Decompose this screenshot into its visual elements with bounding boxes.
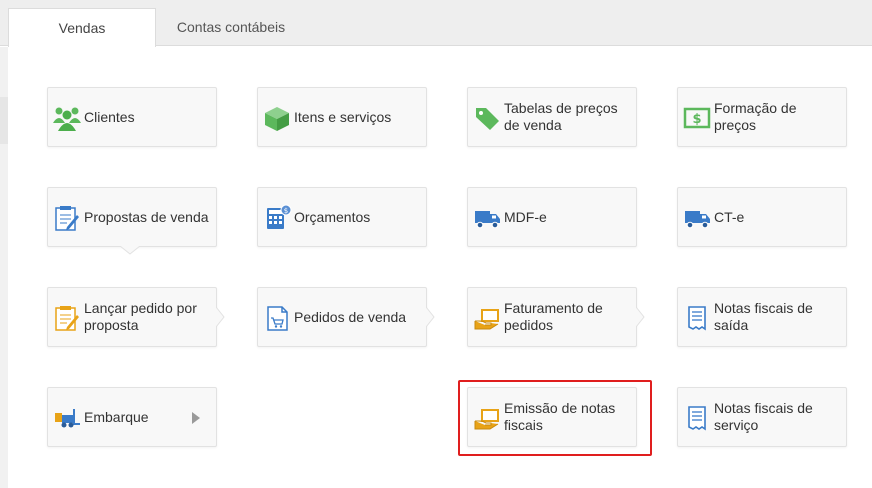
proposal-document-icon bbox=[52, 203, 82, 233]
card-label: Itens e serviços bbox=[294, 108, 392, 125]
card-orcamentos[interactable]: $ Orçamentos bbox=[257, 187, 427, 247]
card-embarque[interactable]: Embarque bbox=[47, 387, 217, 447]
left-strip bbox=[0, 47, 8, 488]
flow-arrow-right bbox=[636, 307, 645, 327]
receipt-icon bbox=[682, 403, 712, 433]
sales-order-icon bbox=[262, 303, 292, 333]
card-label: Pedidos de venda bbox=[294, 308, 407, 325]
hand-invoice-icon bbox=[472, 403, 502, 433]
box-icon bbox=[262, 103, 292, 133]
card-faturamento-pedidos[interactable]: Faturamento de pedidos bbox=[467, 287, 637, 347]
card-pedidos-venda[interactable]: Pedidos de venda bbox=[257, 287, 427, 347]
card-formacao-precos[interactable]: $ Formação de preços bbox=[677, 87, 847, 147]
card-tabelas-precos[interactable]: Tabelas de preços de venda bbox=[467, 87, 637, 147]
dollar-bill-icon: $ bbox=[682, 103, 712, 133]
card-label: Propostas de venda bbox=[84, 208, 209, 225]
card-label: Clientes bbox=[84, 108, 135, 125]
card-propostas-venda[interactable]: Propostas de venda bbox=[47, 187, 217, 247]
card-label: Formação de preços bbox=[714, 100, 797, 133]
card-label: Tabelas de preços de venda bbox=[504, 100, 618, 133]
card-notas-fiscais-servico[interactable]: Notas fiscais de serviço bbox=[677, 387, 847, 447]
card-label: Orçamentos bbox=[294, 208, 371, 225]
receipt-icon bbox=[682, 303, 712, 333]
card-cte[interactable]: CT-e bbox=[677, 187, 847, 247]
card-clientes[interactable]: Clientes bbox=[47, 87, 217, 147]
card-label: Emissão de notas fiscais bbox=[504, 400, 616, 433]
svg-text:$: $ bbox=[284, 207, 288, 215]
tab-contas-contabeis[interactable]: Contas contábeis bbox=[158, 8, 304, 47]
proposal-pencil-icon bbox=[52, 303, 82, 333]
users-icon bbox=[52, 103, 82, 133]
flow-arrow-right bbox=[426, 307, 435, 327]
truck-icon bbox=[472, 203, 502, 233]
svg-text:$: $ bbox=[692, 112, 701, 127]
card-mdfe[interactable]: MDF-e bbox=[467, 187, 637, 247]
chevron-right-icon bbox=[192, 412, 200, 424]
card-label: Notas fiscais de saída bbox=[714, 300, 813, 333]
card-label: MDF-e bbox=[504, 208, 547, 225]
card-lancar-pedido[interactable]: Lançar pedido por proposta bbox=[47, 287, 217, 347]
card-label: Faturamento de pedidos bbox=[504, 300, 603, 333]
forklift-icon bbox=[52, 403, 82, 433]
tab-vendas[interactable]: Vendas bbox=[8, 8, 156, 47]
hand-invoice-icon bbox=[472, 303, 502, 333]
card-emissao-notas-fiscais[interactable]: Emissão de notas fiscais bbox=[467, 387, 637, 447]
price-tag-icon bbox=[472, 103, 502, 133]
flow-arrow-right bbox=[216, 307, 225, 327]
card-label: Lançar pedido por proposta bbox=[84, 300, 197, 333]
card-notas-fiscais-saida[interactable]: Notas fiscais de saída bbox=[677, 287, 847, 347]
card-itens-servicos[interactable]: Itens e serviços bbox=[257, 87, 427, 147]
flow-arrow-down bbox=[120, 246, 140, 255]
card-label: CT-e bbox=[714, 208, 745, 225]
calculator-icon: $ bbox=[262, 203, 292, 233]
card-label: Notas fiscais de serviço bbox=[714, 400, 813, 433]
truck-icon bbox=[682, 203, 712, 233]
tab-bar: Vendas Contas contábeis bbox=[0, 0, 872, 47]
